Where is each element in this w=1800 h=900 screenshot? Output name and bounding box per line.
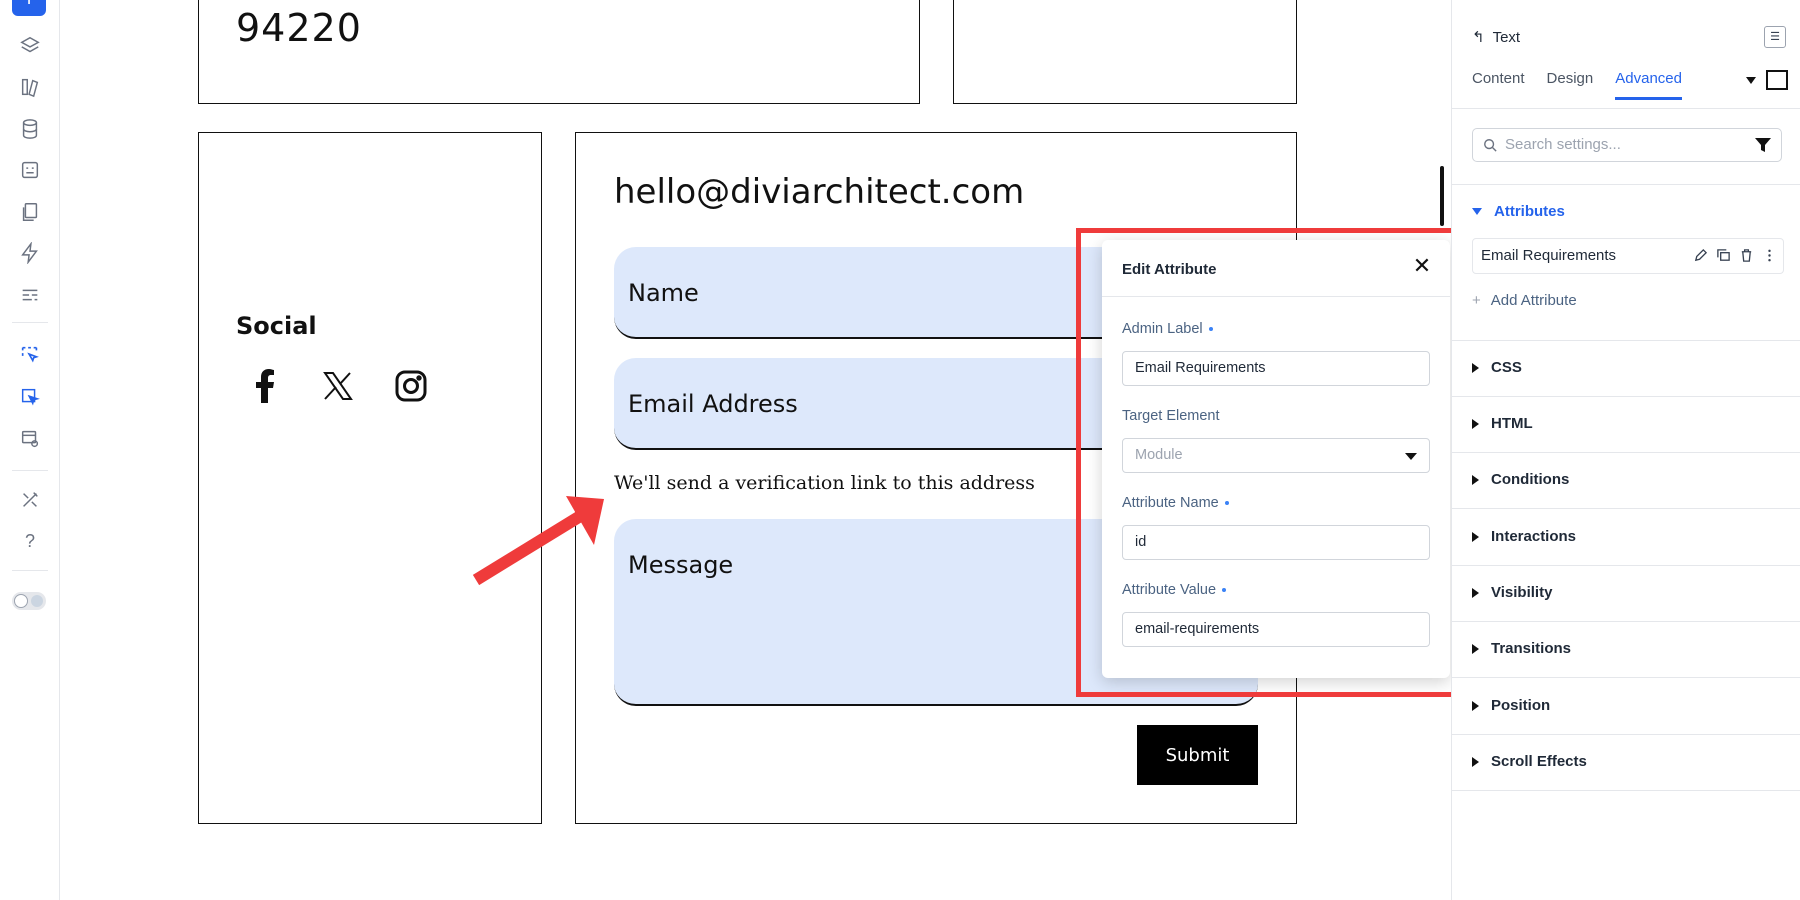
filter-icon[interactable] xyxy=(1755,138,1771,152)
section-divider xyxy=(1452,452,1800,453)
tab-extras xyxy=(1746,70,1788,90)
section-divider xyxy=(1452,621,1800,622)
caret-right-icon xyxy=(1472,418,1479,429)
add-attribute-label: Add Attribute xyxy=(1490,292,1577,309)
plus-icon: + xyxy=(1472,292,1481,309)
more-icon[interactable] xyxy=(1762,248,1777,263)
section-divider xyxy=(1452,184,1800,185)
section-divider xyxy=(1452,565,1800,566)
tab-content[interactable]: Content xyxy=(1472,70,1525,100)
section-divider xyxy=(1452,790,1800,791)
highlight-box xyxy=(1076,228,1481,697)
duplicate-icon[interactable] xyxy=(1716,248,1731,263)
caret-right-icon xyxy=(1472,756,1479,767)
panel-tabs: Content Design Advanced xyxy=(1472,70,1704,100)
sliders-icon[interactable]: ☰ xyxy=(1764,26,1786,48)
square-icon[interactable] xyxy=(1766,70,1788,90)
caret-right-icon xyxy=(1472,587,1479,598)
caret-down-icon xyxy=(1472,208,1482,215)
back-arrow-icon: ↰ xyxy=(1472,29,1485,46)
tab-design[interactable]: Design xyxy=(1547,70,1594,100)
section-position[interactable]: Position xyxy=(1472,697,1550,714)
section-divider xyxy=(1452,508,1800,509)
section-transitions[interactable]: Transitions xyxy=(1472,640,1571,657)
edit-icon[interactable] xyxy=(1693,248,1708,263)
attribute-item-label: Email Requirements xyxy=(1481,247,1617,264)
search-placeholder: Search settings... xyxy=(1505,136,1621,153)
section-divider xyxy=(1452,677,1800,678)
attribute-item[interactable]: Email Requirements xyxy=(1472,238,1784,274)
caret-right-icon xyxy=(1472,531,1479,542)
section-divider xyxy=(1452,396,1800,397)
caret-right-icon xyxy=(1472,643,1479,654)
section-css[interactable]: CSS xyxy=(1472,359,1522,376)
trash-icon[interactable] xyxy=(1739,248,1754,263)
add-attribute-button[interactable]: + Add Attribute xyxy=(1472,292,1577,309)
search-icon xyxy=(1484,139,1497,152)
tabs-divider xyxy=(1452,108,1800,109)
caret-right-icon xyxy=(1472,474,1479,485)
section-divider xyxy=(1452,340,1800,341)
tab-advanced[interactable]: Advanced xyxy=(1615,70,1682,100)
attributes-heading: Attributes xyxy=(1494,203,1565,220)
section-visibility[interactable]: Visibility xyxy=(1472,584,1552,601)
caret-right-icon xyxy=(1472,362,1479,373)
module-name: Text xyxy=(1492,28,1521,46)
settings-panel: ↰ Text ☰ Content Design Advanced Search … xyxy=(1451,0,1800,900)
back-button[interactable]: ↰ Text xyxy=(1472,28,1521,47)
caret-down-icon[interactable] xyxy=(1746,76,1756,84)
caret-right-icon xyxy=(1472,700,1479,711)
attributes-section-header[interactable]: Attributes xyxy=(1472,203,1565,220)
section-conditions[interactable]: Conditions xyxy=(1472,471,1569,488)
section-interactions[interactable]: Interactions xyxy=(1472,528,1576,545)
section-html[interactable]: HTML xyxy=(1472,415,1533,432)
section-scroll-effects[interactable]: Scroll Effects xyxy=(1472,753,1587,770)
settings-search-input[interactable]: Search settings... xyxy=(1472,128,1782,162)
app-root: + xyxy=(0,0,1800,900)
section-divider xyxy=(1452,734,1800,735)
attribute-tools xyxy=(1693,248,1777,263)
